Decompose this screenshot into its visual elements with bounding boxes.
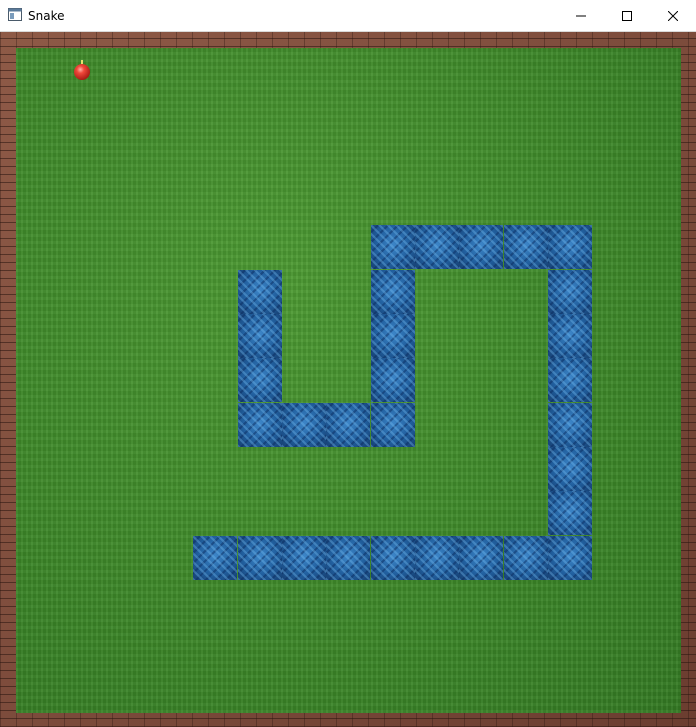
snake-segment	[371, 225, 415, 269]
game-window: Snake	[0, 0, 696, 727]
snake-segment	[326, 403, 370, 447]
snake-segment	[548, 225, 592, 269]
snake-segment	[548, 358, 592, 402]
snake-segment	[548, 447, 592, 491]
snake-segment	[504, 536, 548, 580]
snake-segment	[238, 536, 282, 580]
snake-segment	[238, 358, 282, 402]
snake-segment	[371, 358, 415, 402]
snake-segment	[238, 403, 282, 447]
brick-wall-border	[0, 32, 696, 727]
apple-food	[74, 60, 90, 80]
snake-segment	[548, 491, 592, 535]
snake-segment	[415, 536, 459, 580]
title-bar[interactable]: Snake	[0, 0, 696, 32]
minimize-icon	[576, 15, 586, 16]
snake-segment	[459, 536, 503, 580]
close-button[interactable]	[650, 0, 696, 31]
snake-segment	[371, 403, 415, 447]
snake-segment	[282, 536, 326, 580]
window-title: Snake	[28, 9, 65, 23]
snake-segment	[238, 314, 282, 358]
snake-segment	[371, 314, 415, 358]
maximize-icon	[622, 10, 632, 21]
play-field	[16, 48, 681, 713]
maximize-button[interactable]	[604, 0, 650, 31]
snake-segment	[371, 536, 415, 580]
snake-segment	[548, 403, 592, 447]
snake-segment	[193, 536, 237, 580]
snake-segment	[326, 536, 370, 580]
snake-segment	[459, 225, 503, 269]
snake-segment	[371, 270, 415, 314]
snake-segment	[282, 403, 326, 447]
app-icon	[8, 8, 22, 21]
close-icon	[668, 10, 678, 21]
snake-segment-end	[238, 270, 282, 314]
snake-segment	[504, 225, 548, 269]
minimize-button[interactable]	[558, 0, 604, 31]
snake-segment	[548, 536, 592, 580]
snake-segment	[415, 225, 459, 269]
snake-segment	[548, 314, 592, 358]
snake-segment	[548, 270, 592, 314]
